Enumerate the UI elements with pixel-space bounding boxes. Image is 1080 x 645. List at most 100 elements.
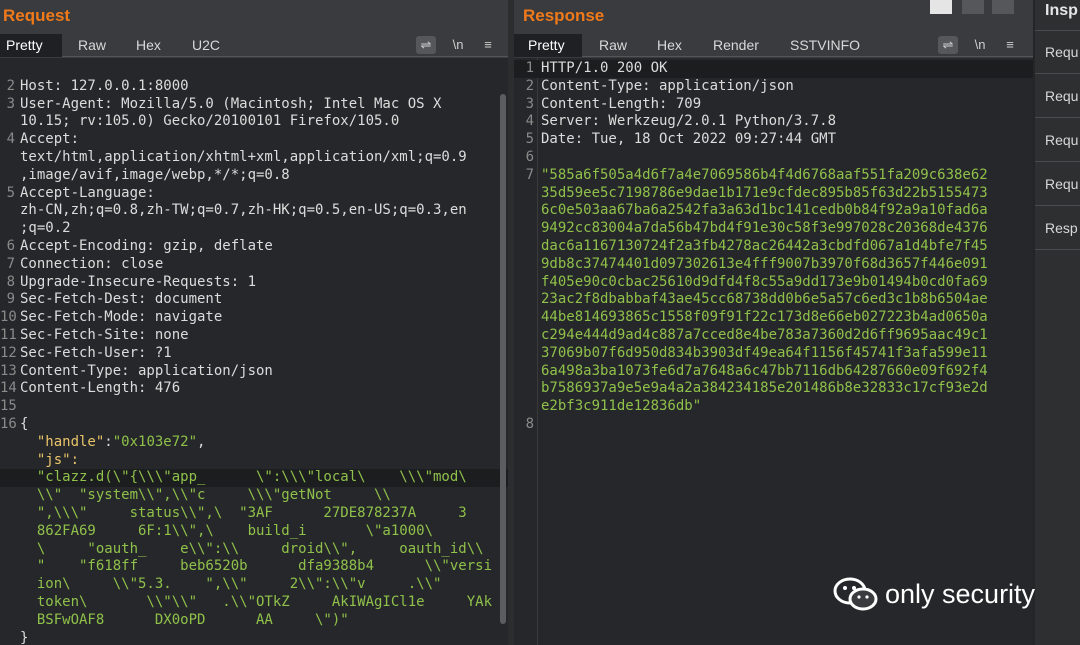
code-line: 6a498a3ba1073fe6d7a7648a6c47bb7116db6428… [514,363,1033,381]
menu-icon[interactable]: ≡ [1000,36,1020,54]
menu-icon[interactable]: ≡ [478,36,498,54]
line-text: ion\ \\"5.3. ",\\" 2\\":\\"v .\\" [20,576,442,593]
code-line: f405e90c0cbac25610d9dfd4f8c55a9dd173e9b0… [514,274,1033,292]
line-text: Sec-Fetch-Dest: document [20,291,223,308]
code-line: zh-CN,zh;q=0.8,zh-TW;q=0.7,zh-HK;q=0.5,e… [0,202,508,220]
line-number: 16 [0,416,17,432]
line-text: Sec-Fetch-User: ?1 [20,344,172,361]
line-text: BSFwOAF8 DX0oPD AA \")" [20,611,349,628]
divider [1035,117,1080,118]
line-text: ;q=0.2 [20,220,71,237]
divider [1035,205,1080,206]
line-text: 6c0e503aa67ba6a2542fa3a63d1bc141cedb0b84… [541,202,988,219]
code-line: 9 Sec-Fetch-Dest: document [0,291,508,309]
line-text: "585a6f505a4d6f7a4e7069586b4f4d6768aaf55… [541,166,988,183]
code-line: 6 [514,149,1033,167]
line-number: 2 [525,77,534,94]
line-text: ",\\\" status\\",\ "3AF 27DE878237A 3 [20,505,467,521]
response-title: Response [523,6,605,25]
line-number: 7 [6,255,15,272]
single-pane-icon[interactable] [992,0,1014,14]
code-line: 9492cc83004a7da56b47bd4f91e30c58f3e99702… [514,220,1033,238]
code-line: 3 Content-Length: 709 [514,96,1033,114]
line-number: 4 [6,131,15,148]
code-line: ion\ \\"5.3. ",\\" 2\\":\\"v .\\" [0,576,508,594]
tab-hex[interactable]: Hex [130,34,167,57]
line-text: Accept: [20,131,80,148]
tab-hex[interactable]: Hex [651,34,688,57]
tab-pretty[interactable]: Pretty [0,34,62,57]
code-line [0,60,508,78]
line-text: Content-Length: 709 [541,95,702,112]
wrap-icon[interactable]: ⇌ [416,36,436,54]
code-line: 8 [514,416,1033,434]
code-line: 44be814693865c1558f09f91f22c173d8e66eb02… [514,309,1033,327]
line-text: Upgrade-Insecure-Requests: 1 [20,273,257,290]
code-line: dac6a1167130724f2a3fb4278ac26442a3cbdfd0… [514,238,1033,256]
divider [1035,161,1080,162]
newline-toggle[interactable]: \n [970,36,990,54]
line-number: 10 [0,309,17,326]
line-text: Server: Werkzeug/2.0.1 Python/3.7.8 [541,113,837,130]
code-line: c294e444d9ad4c887a7cced8e4be783a7360d2d6… [514,327,1033,345]
request-scrollbar[interactable] [500,94,506,624]
code-line: ;q=0.2 [0,220,508,238]
line-text: 37069b07f6d950d834b3903df49ea64f1156f457… [541,344,988,361]
code-line: 5 Date: Tue, 18 Oct 2022 09:27:44 GMT [514,131,1033,149]
tab-sstvinfo[interactable]: SSTVINFO [784,34,866,57]
code-line: \ "oauth_ e\\":\\ droid\\", oauth_id\\ [0,541,508,559]
code-line: 13 Content-Type: application/json [0,363,508,381]
wrap-icon[interactable]: ⇌ [938,36,958,54]
inspector-item-response-headers[interactable]: Resp [1045,220,1078,236]
code-line: token\ \\"\\" .\\"OTkZ AkIWAgICl1e YAk [0,594,508,612]
line-number: 3 [6,95,15,112]
code-line: BSFwOAF8 DX0oPD AA \")" [0,612,508,630]
tab-pretty[interactable]: Pretty [514,34,582,57]
response-editor[interactable]: 1 HTTP/1.0 200 OK 2 Content-Type: applicati… [514,58,1033,645]
line-text: Date: Tue, 18 Oct 2022 09:27:44 GMT [541,131,837,148]
line-text: f405e90c0cbac25610d9dfd4f8c55a9dd173e9b0… [541,273,988,290]
request-editor[interactable]: 2 Host: 127.0.0.1:8000 3 User-Agent: Mozill… [0,58,508,645]
line-text: 862FA69 6F:1\\",\ build_i \"a1000\ [20,522,434,539]
tab-raw[interactable]: Raw [72,34,112,57]
line-text: { [20,416,29,432]
code-line: 16{ [0,416,508,434]
tab-raw[interactable]: Raw [593,34,633,57]
line-number: 6 [6,238,15,254]
token: "0x103e72" [112,433,198,450]
line-text: User-Agent: Mozilla/5.0 (Macintosh; Inte… [20,95,442,112]
code-line: 5 Accept-Language: [0,185,508,203]
code-line: 10.15; rv:105.0) Gecko/20100101 Firefox/… [0,113,508,131]
line-number: 5 [525,131,534,148]
line-text: zh-CN,zh;q=0.8,zh-TW;q=0.7,zh-HK;q=0.5,e… [20,202,467,219]
divider [1035,73,1080,74]
code-line: b7586937a9e5e9a4a2a384234185e201486b8e32… [514,380,1033,398]
line-text: 44be814693865c1558f09f91f22c173d8e66eb02… [541,309,988,326]
code-line: 6 Accept-Encoding: gzip, deflate [0,238,508,256]
line-text: 9492cc83004a7da56b47bd4f91e30c58f3e99702… [541,220,988,237]
tab-render[interactable]: Render [707,34,765,57]
code-line: ,image/avif,image/webp,*/*;q=0.8 [0,167,508,185]
code-line: text/html,application/xhtml+xml,applicat… [0,149,508,167]
code-line: 23ac2f8dbabbaf43ae45cc68738dd0b6e5a57c6e… [514,291,1033,309]
inspector-pane: Insp Requ Requ Requ Requ Resp [1035,0,1080,645]
line-text: Connection: close [20,255,164,272]
line-number: 13 [0,362,17,379]
inspector-item-request-headers[interactable]: Requ [1045,176,1078,192]
split-vertical-icon[interactable] [962,0,984,14]
line-text: "js": [20,451,80,468]
line-text: \ "oauth_ e\\":\\ droid\\", oauth_id\\ [20,540,484,557]
token: "handle" [20,433,105,450]
inspector-item-request-body[interactable]: Requ [1045,132,1078,148]
code-line: 2 Content-Type: application/json [514,78,1033,96]
split-horizontal-icon[interactable] [930,0,952,14]
tab-u2c[interactable]: U2C [186,34,226,57]
line-text: "clazz.d(\"{\\\"app_ \":\\\"local\ \\\"m… [20,469,467,486]
inspector-item-request-attributes[interactable]: Requ [1045,44,1078,60]
line-text: "handle":"0x103e72", [20,433,206,450]
token: : [104,433,113,450]
divider [1035,249,1080,250]
inspector-item-request-query[interactable]: Requ [1045,88,1078,104]
code-line: 862FA69 6F:1\\",\ build_i \"a1000\ [0,523,508,541]
newline-toggle[interactable]: \n [448,36,468,54]
